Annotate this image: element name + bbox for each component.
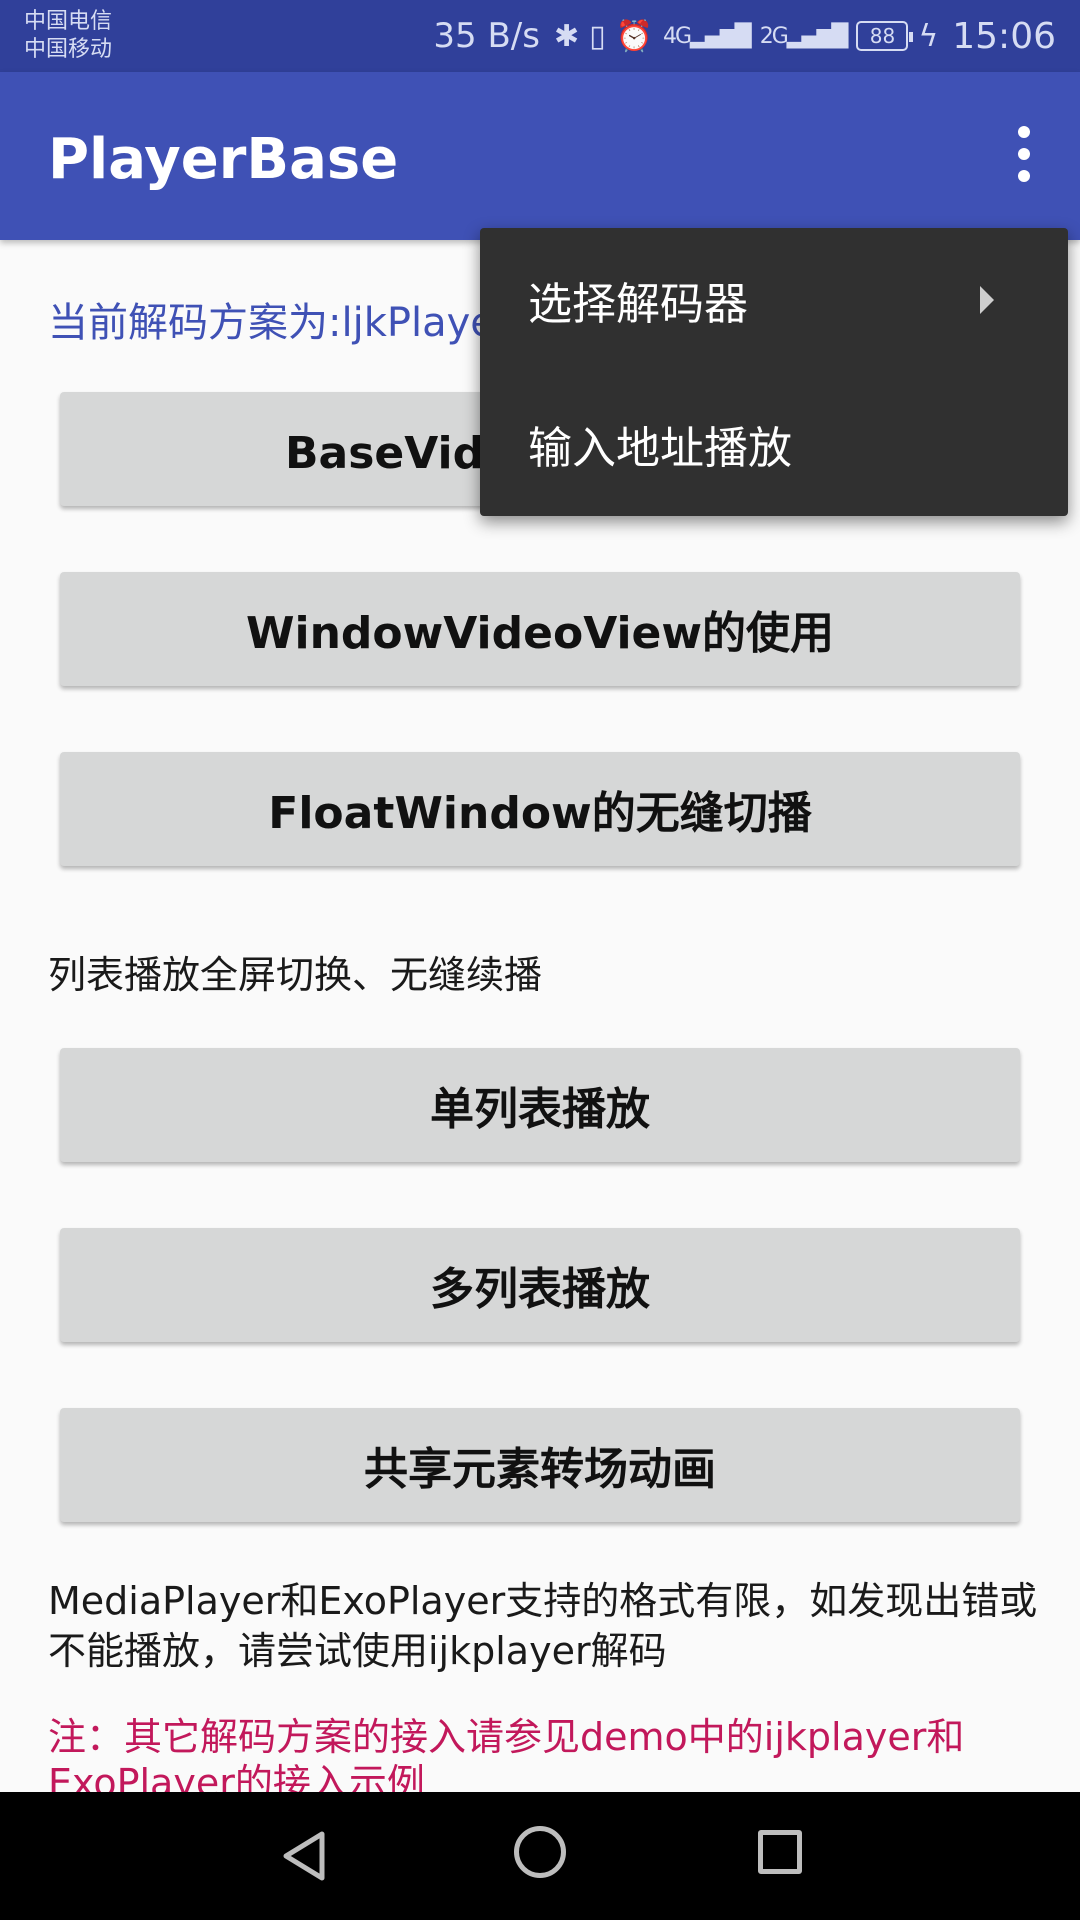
submenu-arrow-icon [980, 286, 994, 314]
more-vert-icon[interactable] [992, 114, 1056, 194]
signal-2g-icon: 2G▂▄▆█ [759, 23, 849, 49]
menu-item-input-url[interactable]: 输入地址播放 [480, 372, 1068, 516]
net-speed-label: 35 B/s [433, 16, 540, 56]
carrier-1-label: 中国电信 [24, 9, 113, 34]
back-triangle-icon[interactable] [276, 1826, 336, 1886]
signal-2g-label: 2G [759, 23, 789, 49]
overflow-dot [1018, 170, 1030, 182]
signal-4g-icon: 4G▂▄▆█ [662, 23, 752, 49]
format-note: MediaPlayer和ExoPlayer支持的格式有限，如发现出错或不能播放，… [48, 1579, 1038, 1673]
integration-note: 注：其它解码方案的接入请参见demo中的ijkplayer和ExoPlayer的… [48, 1715, 965, 1792]
recents-square-icon[interactable] [758, 1830, 802, 1874]
single-list-button[interactable]: 单列表播放 [60, 1048, 1020, 1162]
menu-item-label: 输入地址播放 [528, 423, 792, 474]
menu-item-label: 选择解码器 [528, 279, 748, 330]
float-window-button[interactable]: FloatWindow的无缝切播 [60, 752, 1020, 866]
battery-icon: 88 [856, 21, 914, 51]
battery-level: 88 [869, 24, 896, 48]
status-bar: 中国电信 中国移动 35 B/s ✱ ▯ ⏰ 4G▂▄▆█ 2G▂▄▆█ 88 … [0, 0, 1080, 72]
charging-icon: ϟ [918, 18, 939, 54]
multi-list-button[interactable]: 多列表播放 [60, 1228, 1020, 1342]
window-videoview-button[interactable]: WindowVideoView的使用 [60, 572, 1020, 686]
app-bar: PlayerBase [0, 72, 1080, 240]
current-decoder-label: 当前解码方案为:ljkPlayer [48, 300, 512, 346]
carrier-info: 中国电信 中国移动 [24, 8, 112, 64]
overflow-menu: 选择解码器 输入地址播放 [480, 228, 1068, 516]
navigation-bar [0, 1792, 1080, 1920]
home-circle-icon[interactable] [514, 1826, 566, 1878]
status-indicators: 35 B/s ✱ ▯ ⏰ 4G▂▄▆█ 2G▂▄▆█ 88 ϟ 15:06 [433, 12, 1056, 60]
alarm-icon: ⏰ [615, 18, 653, 54]
shared-element-button[interactable]: 共享元素转场动画 [60, 1408, 1020, 1522]
list-section-label: 列表播放全屏切换、无缝续播 [48, 953, 543, 997]
app-title: PlayerBase [48, 127, 399, 192]
overflow-dot [1018, 126, 1030, 138]
clock: 15:06 [952, 15, 1056, 57]
signal-4g-label: 4G [662, 23, 692, 49]
overflow-dot [1018, 148, 1030, 160]
vibrate-icon: ▯ [589, 18, 606, 54]
bluetooth-icon: ✱ [553, 18, 580, 54]
carrier-2-label: 中国移动 [24, 37, 113, 62]
menu-item-select-decoder[interactable]: 选择解码器 [480, 228, 1068, 372]
